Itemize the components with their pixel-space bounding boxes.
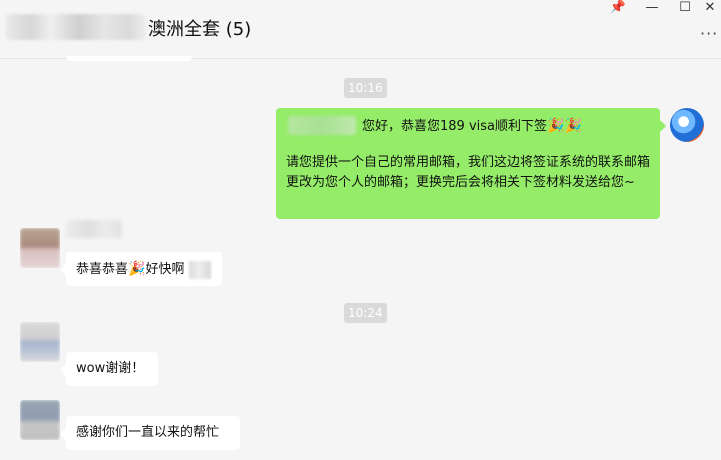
- sticker-blurred: [188, 260, 211, 279]
- chat-name-blurred: [6, 14, 146, 40]
- timestamp: 10:24: [344, 303, 387, 323]
- message-text: wow谢谢！: [76, 361, 145, 376]
- chat-title: 澳洲全套 (5): [148, 19, 252, 40]
- message-line: 您好，恭喜您189 visa顺利下签: [362, 119, 547, 134]
- sender-avatar[interactable]: [20, 322, 60, 362]
- party-popper-icon: 🎉: [564, 118, 582, 134]
- message-text: 恭喜恭喜: [76, 262, 129, 277]
- previous-message-bubble: [66, 56, 192, 61]
- message-bubble[interactable]: 感谢你们一直以来的帮忙: [60, 416, 240, 450]
- avatar-blurred: [20, 400, 60, 440]
- chat-area[interactable]: 10:16 您好，恭喜您189 visa顺利下签🎉🎉 请您提供一个自己的常用邮箱…: [0, 56, 721, 460]
- minimize-button[interactable]: —: [642, 0, 662, 16]
- avatar-blurred: [20, 228, 60, 268]
- avatar-blurred: [20, 322, 60, 362]
- more-options-button[interactable]: ···: [700, 24, 718, 43]
- timestamp: 10:16: [344, 78, 387, 98]
- message-text: 请您提供一个自己的常用邮箱，我们这边将签证系统的联系邮箱更改为您个人的邮箱；更换…: [286, 155, 651, 190]
- maximize-button[interactable]: ☐: [675, 0, 695, 16]
- my-message-bubble[interactable]: 您好，恭喜您189 visa顺利下签🎉🎉 请您提供一个自己的常用邮箱，我们这边将…: [276, 108, 666, 219]
- message-bubble[interactable]: 恭喜恭喜🎉好快啊: [60, 252, 222, 286]
- my-avatar[interactable]: [670, 108, 704, 142]
- title-bar: 澳洲全套 (5) 📌 — ☐ ✕ ···: [0, 0, 721, 59]
- message-bubble[interactable]: wow谢谢！: [60, 352, 158, 386]
- party-popper-icon: 🎉: [128, 261, 146, 277]
- message-text: 感谢你们一直以来的帮忙: [76, 425, 220, 440]
- party-popper-icon: 🎉: [547, 118, 565, 134]
- message-text: 好快啊: [145, 262, 185, 277]
- close-button[interactable]: ✕: [700, 0, 720, 16]
- message-text: 您好，恭喜您189 visa顺利下签🎉🎉: [362, 116, 582, 137]
- pin-icon[interactable]: 📌: [608, 0, 628, 16]
- sender-avatar[interactable]: [20, 228, 60, 268]
- mention-blurred: [288, 116, 356, 135]
- sender-avatar[interactable]: [20, 400, 60, 440]
- sender-name-blurred: [66, 220, 122, 238]
